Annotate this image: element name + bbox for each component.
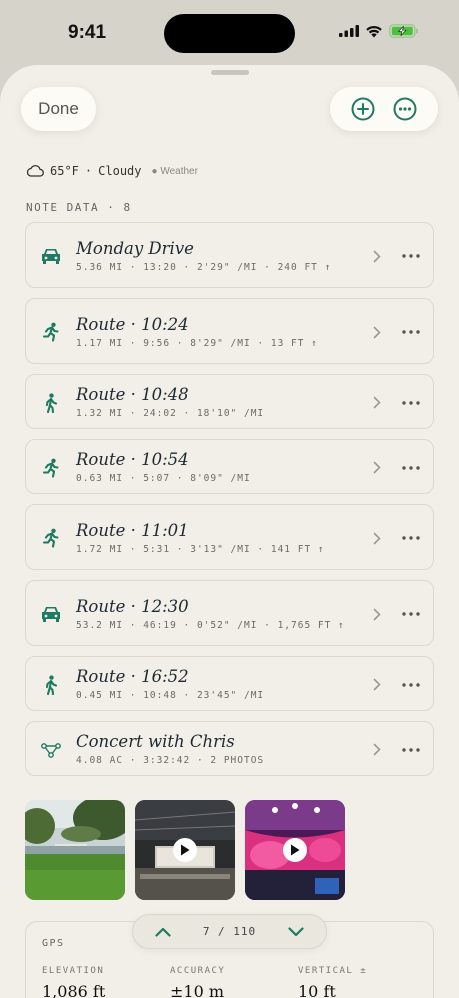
ellipsis-icon[interactable] <box>402 747 420 752</box>
elevation-value: 1,086 ft <box>42 982 106 998</box>
car-icon <box>42 249 60 264</box>
chevron-right-icon <box>373 678 381 691</box>
chevron-right-icon <box>373 532 381 544</box>
run-icon <box>42 458 59 478</box>
note-title: Concert with Chris <box>76 732 235 751</box>
walk-icon <box>45 392 58 413</box>
note-meta: 5.36 MI · 13:20 · 2'29" /MI · 240 FT ↑ <box>76 261 332 273</box>
note-title: Route · 10:48 <box>76 385 189 404</box>
photo-strip <box>25 800 345 900</box>
list-item[interactable]: Route · 12:30 53.2 MI · 46:19 · 0'52" /M… <box>25 580 434 646</box>
add-icon[interactable] <box>351 97 375 121</box>
note-title: Route · 12:30 <box>76 596 189 616</box>
dynamic-island <box>164 14 295 53</box>
polygon-icon <box>41 742 61 758</box>
status-time: 9:41 <box>68 22 107 43</box>
chevron-right-icon <box>373 608 381 620</box>
more-options-icon[interactable] <box>393 97 417 121</box>
chevron-right-icon <box>373 326 381 338</box>
note-meta: 1.17 MI · 9:56 · 8'29" /MI · 13 FT ↑ <box>76 337 318 349</box>
chevron-right-icon <box>373 743 381 756</box>
note-meta: 4.08 AC · 3:32:42 · 2 PHOTOS <box>76 755 265 766</box>
play-icon <box>181 844 190 856</box>
note-meta: 0.63 MI · 5:07 · 8'09" /MI <box>76 473 251 484</box>
car-icon <box>42 607 60 622</box>
play-button[interactable] <box>173 838 197 862</box>
gps-elevation: ELEVATION 1,086 ft <box>42 966 105 998</box>
list-item[interactable]: Route · 10:24 1.17 MI · 9:56 · 8'29" /MI… <box>25 298 434 364</box>
weather-attribution: ● Weather <box>152 166 198 177</box>
chevron-right-icon <box>373 250 381 262</box>
note-data-sheet: Done 65°F · Cloudy ● Weather NOTE DATA ·… <box>0 65 459 998</box>
ellipsis-icon[interactable] <box>402 330 420 334</box>
chevron-down-icon[interactable] <box>288 926 304 937</box>
note-title: Route · 16:52 <box>76 667 189 686</box>
list-item[interactable]: Route · 16:52 0.45 MI · 10:48 · 23'45" /… <box>25 656 434 711</box>
park-photo <box>25 800 125 900</box>
chevron-up-icon[interactable] <box>155 927 171 937</box>
list-item[interactable]: Concert with Chris 4.08 AC · 3:32:42 · 2… <box>25 721 434 776</box>
weather-temp: 65°F <box>50 164 79 178</box>
gps-vertical: VERTICAL ± 10 ft <box>298 966 367 998</box>
weather-provider: Weather <box>160 165 198 177</box>
vertical-value: 10 ft <box>298 982 336 998</box>
note-title: Route · 10:24 <box>76 314 189 334</box>
note-title: Monday Drive <box>76 238 194 258</box>
accuracy-label: ACCURACY <box>170 966 226 976</box>
video-thumbnail[interactable] <box>135 800 235 900</box>
weather-separator: · <box>84 164 93 178</box>
cloud-icon <box>26 165 44 177</box>
notes-list: Monday Drive 5.36 MI · 13:20 · 2'29" /MI… <box>25 222 434 786</box>
chevron-right-icon <box>373 461 381 474</box>
note-meta: 0.45 MI · 10:48 · 23'45" /MI <box>76 690 265 701</box>
note-meta: 53.2 MI · 46:19 · 0'52" /MI · 1,765 FT ↑ <box>76 619 345 631</box>
note-meta: 1.72 MI · 5:31 · 3'13" /MI · 141 FT ↑ <box>76 543 325 555</box>
cellular-signal-icon <box>339 25 359 37</box>
walk-icon <box>45 674 58 695</box>
weather-condition: Cloudy <box>98 164 142 178</box>
list-item[interactable]: Route · 10:48 1.32 MI · 24:02 · 18'10" /… <box>25 374 434 429</box>
done-button[interactable]: Done <box>21 87 96 131</box>
ellipsis-icon[interactable] <box>402 254 420 258</box>
note-title: Route · 10:54 <box>76 450 189 469</box>
section-title: NOTE DATA · 8 <box>26 201 132 214</box>
list-item[interactable]: Route · 11:01 1.72 MI · 5:31 · 3'13" /MI… <box>25 504 434 570</box>
chevron-right-icon <box>373 396 381 409</box>
run-icon <box>42 322 59 342</box>
wifi-icon <box>366 25 382 37</box>
ellipsis-icon[interactable] <box>402 682 420 687</box>
pager-count: 7 / 110 <box>202 925 257 938</box>
battery-charging-icon <box>389 24 418 38</box>
ellipsis-icon[interactable] <box>402 536 420 540</box>
pager: 7 / 110 <box>132 914 327 949</box>
sheet-grabber[interactable] <box>211 70 249 75</box>
vertical-label: VERTICAL ± <box>298 966 368 976</box>
note-meta: 1.32 MI · 24:02 · 18'10" /MI <box>76 408 265 419</box>
play-button[interactable] <box>283 838 307 862</box>
video-thumbnail[interactable] <box>245 800 345 900</box>
ellipsis-icon[interactable] <box>402 612 420 616</box>
run-icon <box>42 528 59 548</box>
note-title: Route · 11:01 <box>76 520 189 540</box>
list-item[interactable]: Monday Drive 5.36 MI · 13:20 · 2'29" /MI… <box>25 222 434 288</box>
accuracy-value: ±10 m <box>170 982 225 998</box>
gps-accuracy: ACCURACY ±10 m <box>170 966 225 998</box>
elevation-label: ELEVATION <box>42 966 105 976</box>
status-icons <box>339 24 419 38</box>
action-pill <box>330 87 438 131</box>
ellipsis-icon[interactable] <box>402 465 420 470</box>
gps-title: GPS <box>42 938 65 949</box>
list-item[interactable]: Route · 10:54 0.63 MI · 5:07 · 8'09" /MI <box>25 439 434 494</box>
status-bar: 9:41 <box>0 0 459 64</box>
apple-logo-icon: ● <box>151 165 158 177</box>
ellipsis-icon[interactable] <box>402 400 420 405</box>
weather-summary: 65°F · Cloudy ● Weather <box>26 164 198 178</box>
photo-thumbnail[interactable] <box>25 800 125 900</box>
play-icon <box>291 844 300 856</box>
